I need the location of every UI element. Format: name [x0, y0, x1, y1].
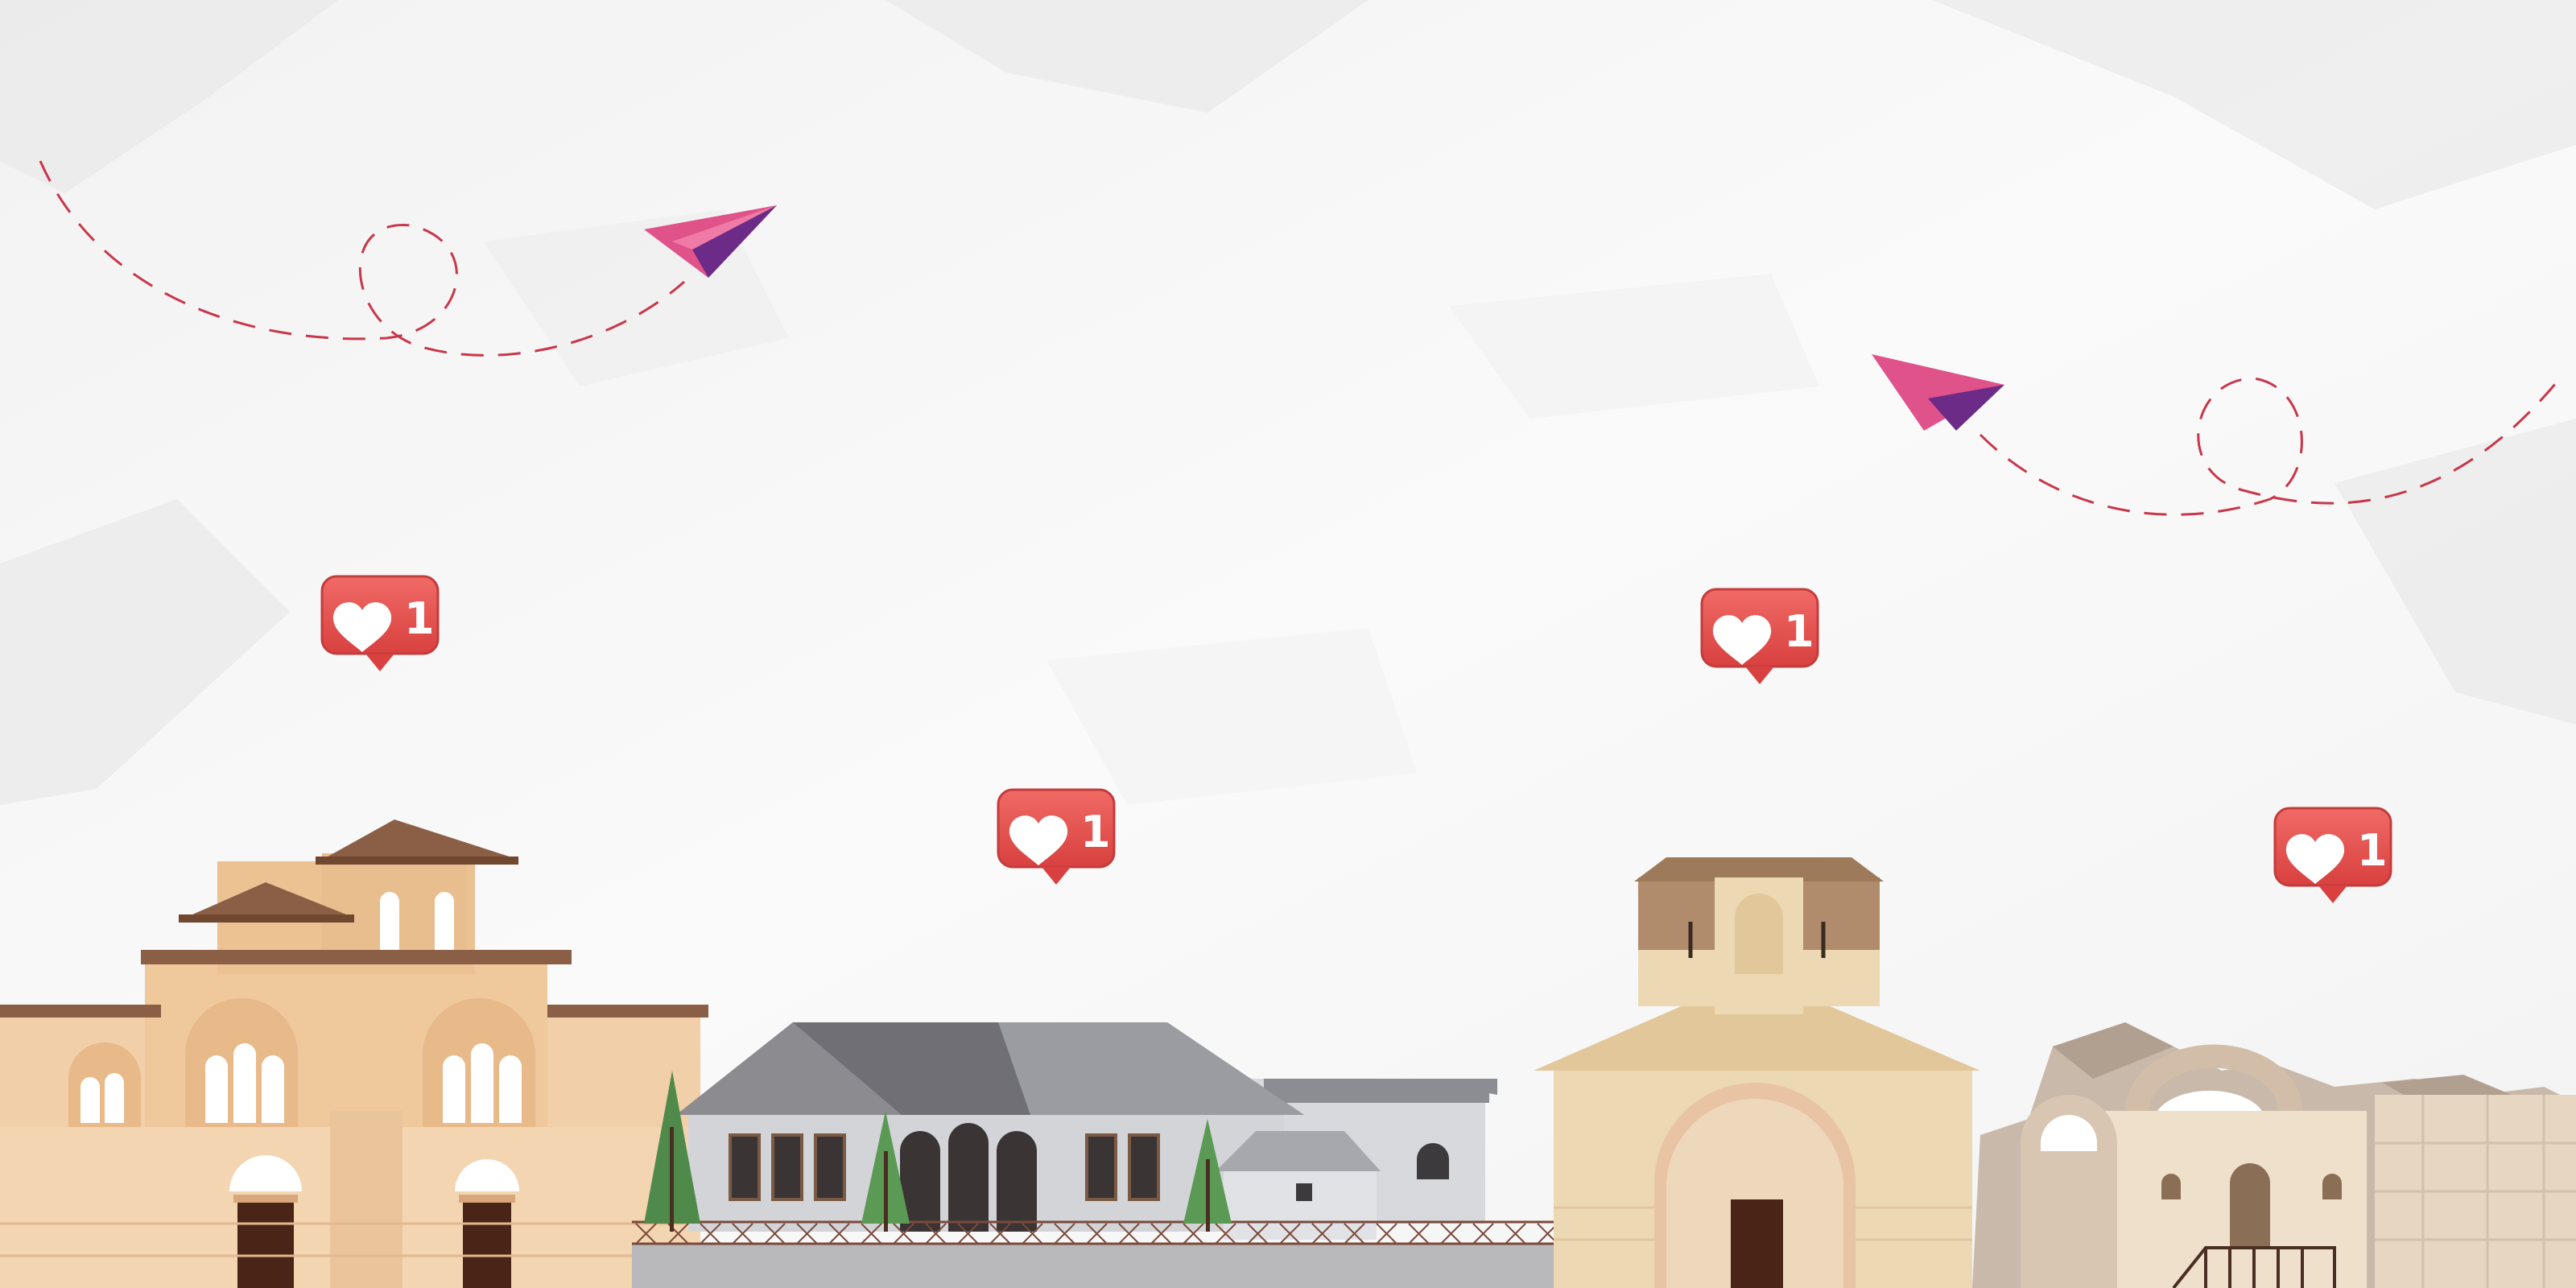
- like-count: 1: [1784, 606, 1814, 657]
- like-count: 1: [1080, 807, 1111, 857]
- illustration-scene: 1 1 1 1: [0, 0, 2576, 1288]
- like-count: 1: [404, 593, 435, 644]
- like-count: 1: [2357, 825, 2388, 876]
